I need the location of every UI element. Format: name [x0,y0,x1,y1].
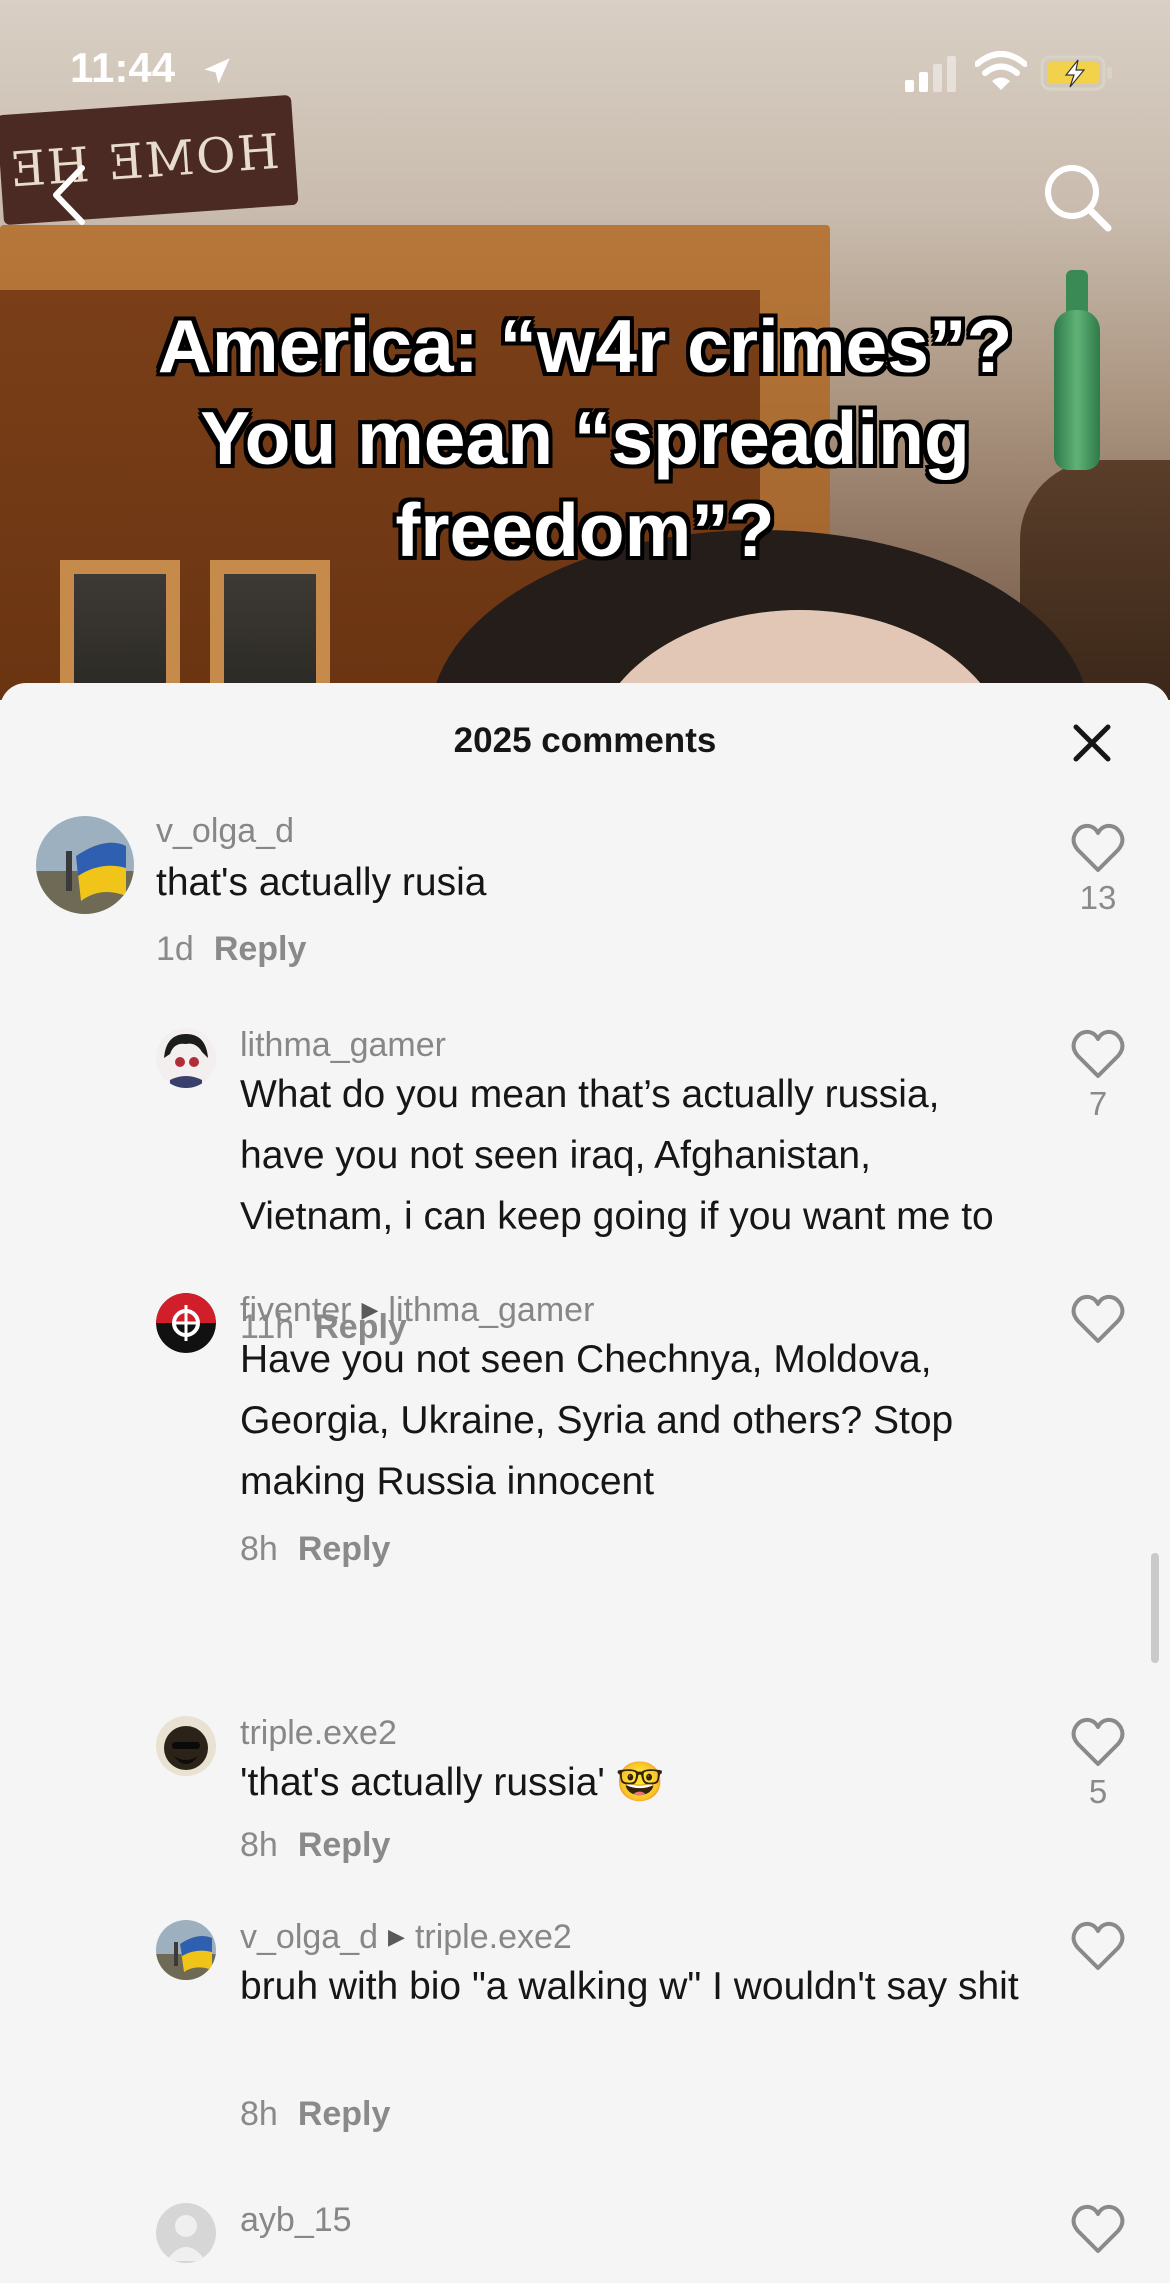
reply-button[interactable]: Reply [298,1530,391,1568]
reply-button[interactable]: Reply [214,930,307,968]
avatar[interactable] [36,816,134,914]
like-control: 13 [1068,822,1128,917]
comment-time: 8h [240,2095,278,2133]
caption-line: freedom”? [395,488,775,572]
avatar[interactable] [156,1920,216,1980]
comment-meta: 8h Reply [240,1826,390,1865]
search-icon[interactable] [1040,160,1114,234]
heart-outline-icon[interactable] [1070,822,1126,874]
avatar[interactable] [156,1716,216,1776]
avatar-image [156,1293,216,1353]
like-control: 5 [1068,1716,1128,1811]
comment-text: What do you mean that’s actually russia,… [240,1073,994,1238]
comment-username[interactable]: triple.exe2 [240,1714,397,1753]
heart-outline-icon[interactable] [1070,1028,1126,1080]
avatar-image [156,1920,216,1980]
reply-to-arrow-icon: ▶ [388,1924,405,1949]
comment-username-line: v_olga_d ▶ triple.exe2 [240,1918,572,1957]
heart-outline-icon[interactable] [1070,1293,1126,1345]
status-bar: 11:44 [0,0,1170,140]
comment-text: Have you not seen Chechnya, Moldova, Geo… [240,1338,954,1503]
wifi-icon [975,51,1027,90]
comment-meta: 8h Reply [240,1530,390,1569]
comments-count-title: 2025 comments [453,721,717,760]
avatar-image [36,816,134,914]
avatar-image [156,1028,216,1088]
like-count: 13 [1079,879,1117,916]
comment-username[interactable]: ayb_15 [240,2201,352,2240]
comment-username[interactable]: fiventer [240,1291,352,1329]
video-window-pane [60,560,180,700]
reply-button[interactable]: Reply [298,2095,391,2133]
scrollbar[interactable] [1151,1553,1159,1663]
like-control [1068,2203,1128,2260]
like-count: 7 [1088,1085,1108,1122]
comment-text: 'that's actually russia' 🤓 [240,1761,665,1804]
comment-username[interactable]: lithma_gamer [240,1026,446,1065]
like-control [1068,1293,1128,1350]
comment-username-line: fiventer ▶ lithma_gamer [240,1291,594,1330]
heart-outline-icon[interactable] [1070,1920,1126,1972]
cellular-signal-icon [905,56,956,92]
caption-line: America: “w4r crimes”? [157,304,1013,388]
caption-line: You mean “spreading [200,396,970,480]
reply-to-arrow-icon: ▶ [361,1297,379,1322]
location-arrow-icon [204,58,230,84]
battery-charging-icon [1040,55,1112,91]
comment-time: 8h [240,1530,278,1568]
comment-meta: 1d Reply [156,930,306,969]
comment-text: that's actually rusia [156,861,487,904]
comment-text: bruh with bio "a walking w" I wouldn't s… [240,1965,1019,2008]
reply-button[interactable]: Reply [298,1826,391,1864]
comment-meta: 8h Reply [240,2095,390,2134]
comments-sheet: 2025 comments v_olga_d that's actually r… [0,683,1170,2283]
video-window-pane [210,560,330,700]
back-chevron-icon[interactable] [40,160,100,230]
like-count: 5 [1088,1773,1108,1810]
video-caption: America: “w4r crimes”? You mean “spreadi… [0,300,1170,576]
close-icon[interactable] [1070,721,1114,765]
reply-to-username[interactable]: lithma_gamer [388,1291,594,1329]
default-avatar-icon [156,2203,216,2263]
heart-outline-icon[interactable] [1070,1716,1126,1768]
avatar-image [156,1716,216,1776]
heart-outline-icon[interactable] [1070,2203,1126,2255]
reply-to-username[interactable]: triple.exe2 [415,1918,572,1956]
like-control: 7 [1068,1028,1128,1123]
status-time: 11:44 [70,44,176,91]
avatar[interactable] [156,1028,216,1088]
comment-time: 8h [240,1826,278,1864]
like-control [1068,1920,1128,1977]
comment-username[interactable]: v_olga_d [156,812,294,851]
comment-time: 1d [156,930,194,968]
avatar[interactable] [156,2203,216,2263]
comment-username[interactable]: v_olga_d [240,1918,378,1956]
avatar[interactable] [156,1293,216,1353]
